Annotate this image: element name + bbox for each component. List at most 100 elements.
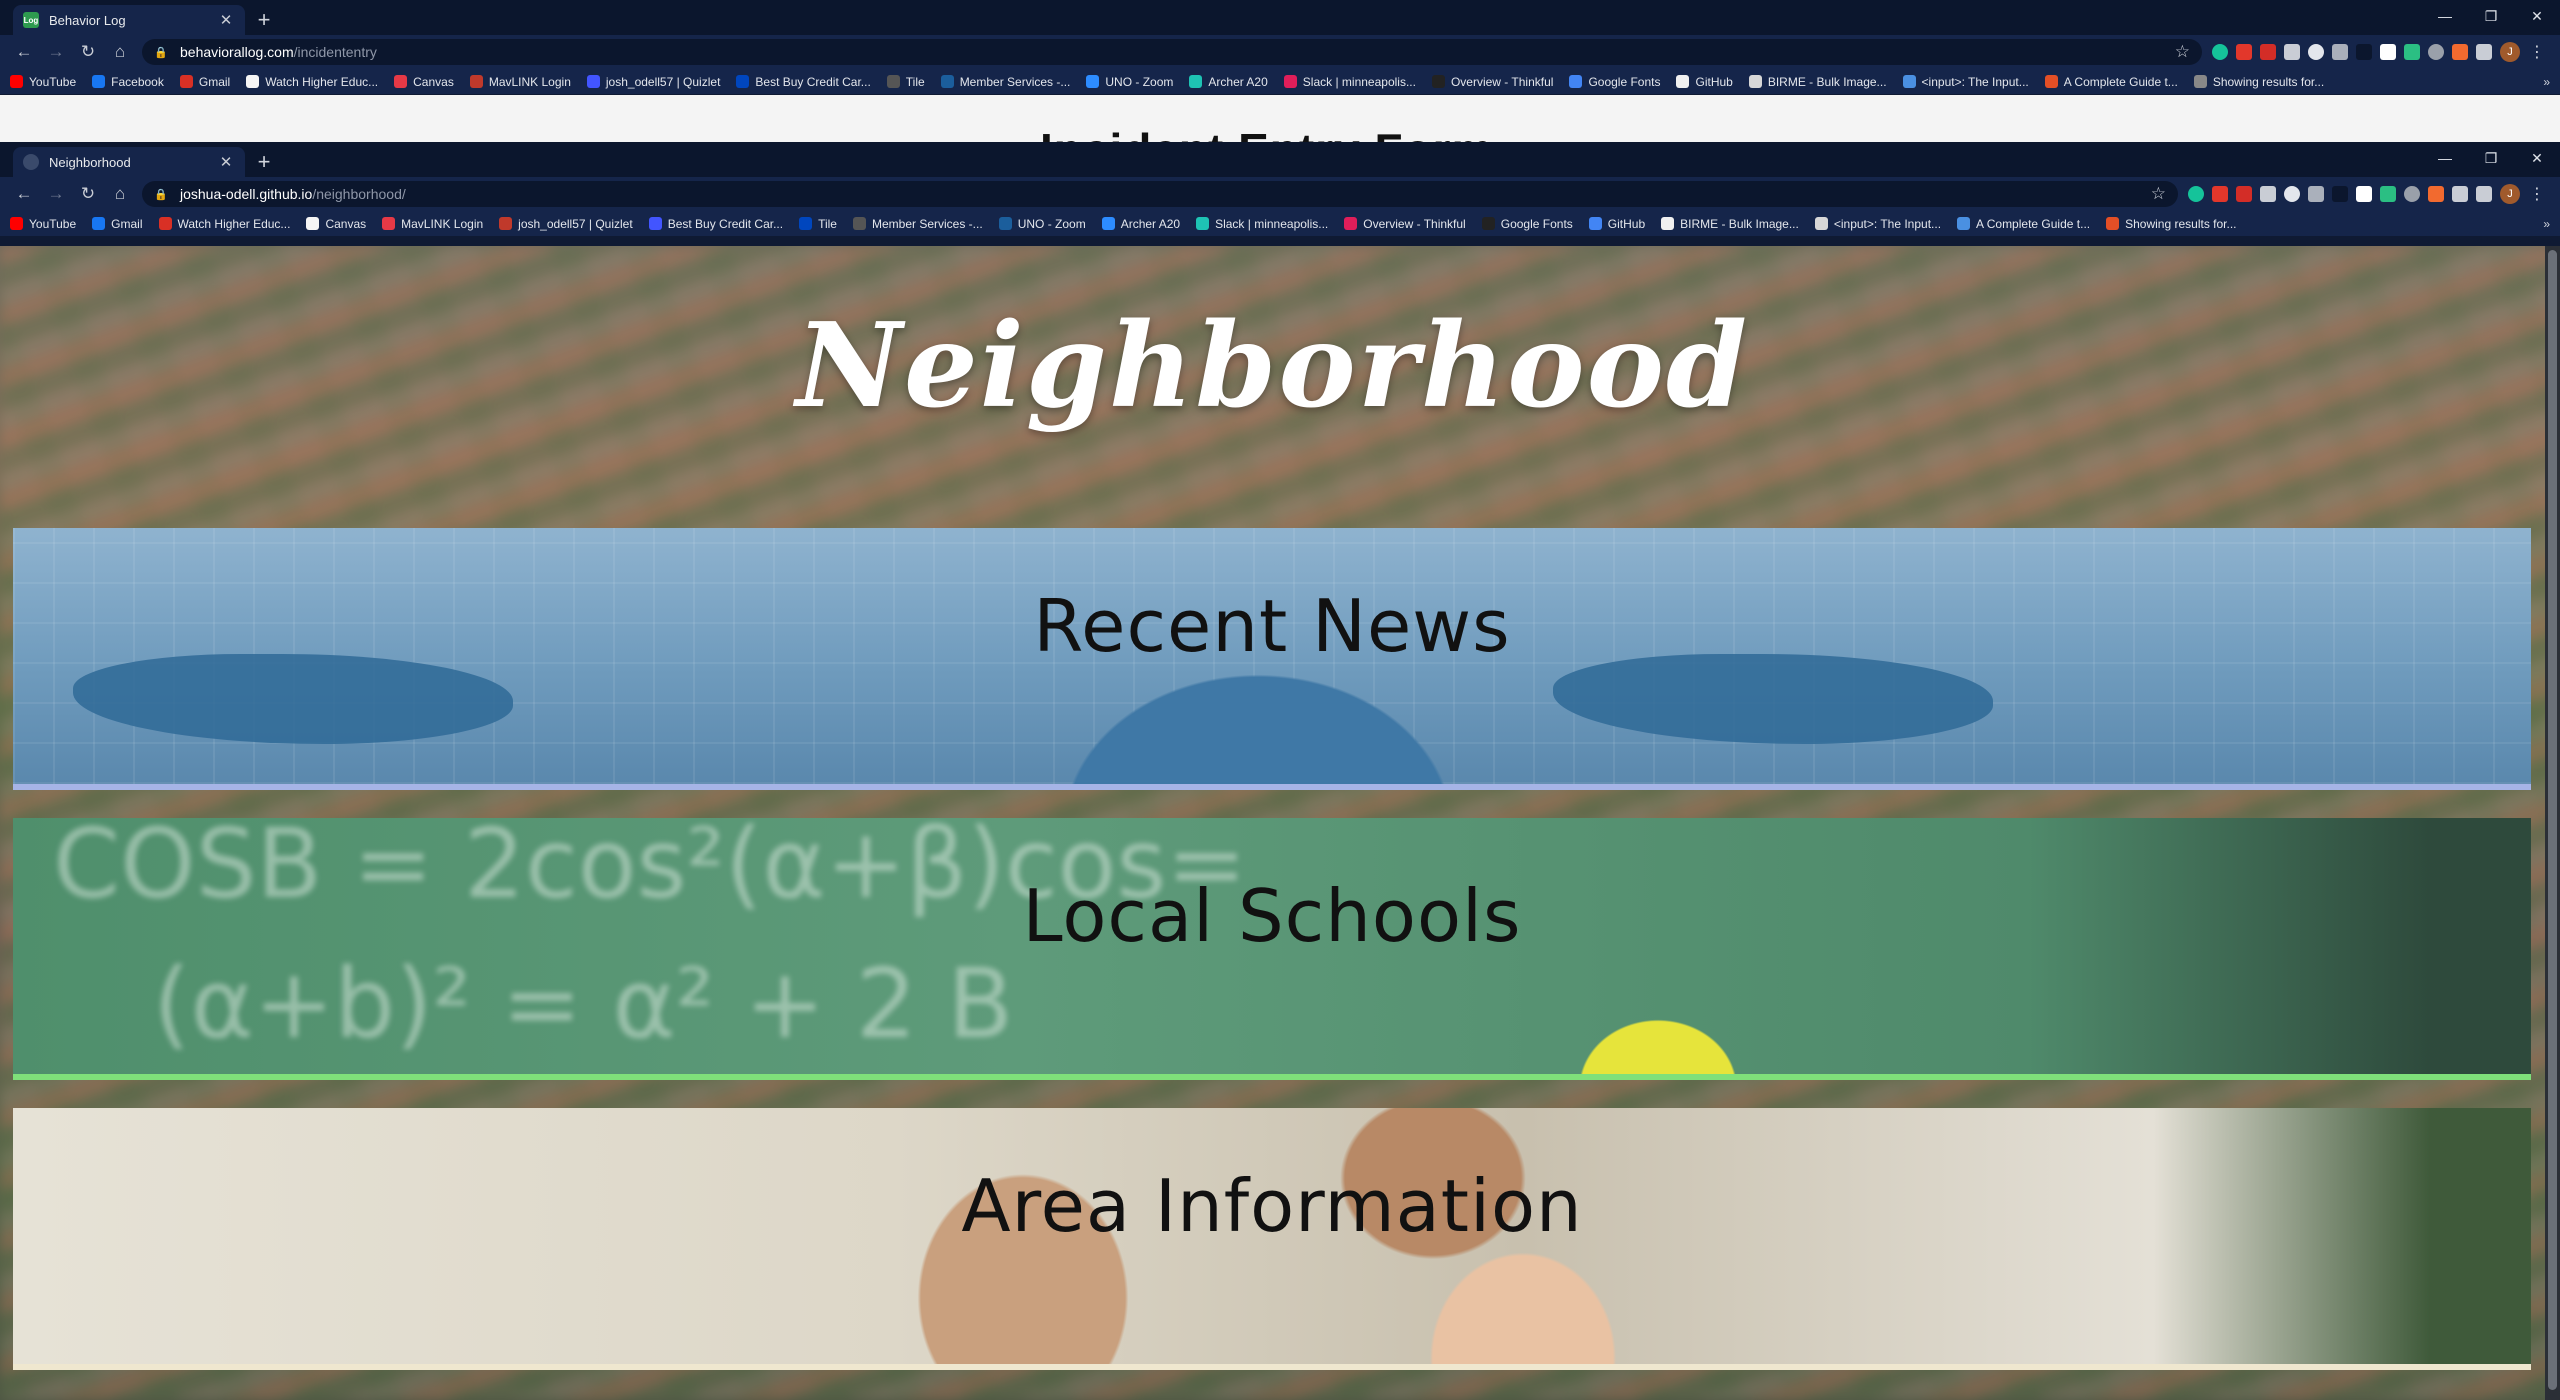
bookmark-item[interactable]: UNO - Zoom (1086, 75, 1173, 89)
screenshot-extension-icon[interactable] (2284, 186, 2300, 202)
bookmark-item[interactable]: Showing results for... (2106, 217, 2237, 231)
page-scrollbar[interactable] (2545, 246, 2560, 1400)
minimize-icon[interactable]: — (2422, 142, 2468, 174)
forward-arrow-icon[interactable]: → (40, 180, 72, 208)
bookmark-item[interactable]: Archer A20 (1189, 75, 1268, 89)
bookmark-item[interactable]: josh_odell57 | Quizlet (499, 217, 633, 231)
stylus-extension-icon[interactable] (2356, 44, 2372, 60)
bookmark-item[interactable]: Slack | minneapolis... (1283, 75, 1416, 89)
bookmark-item[interactable]: YouTube (10, 75, 76, 89)
puzzle-extensions-icon[interactable] (2452, 186, 2468, 202)
close-tab-icon[interactable]: ✕ (217, 153, 235, 171)
tool-extension-icon[interactable] (2452, 44, 2468, 60)
forward-arrow-icon[interactable]: → (40, 38, 72, 66)
more-bookmarks-icon[interactable]: » (2543, 217, 2550, 231)
bookmark-item[interactable]: BIRME - Bulk Image... (1661, 217, 1799, 231)
bookmark-item[interactable]: josh_odell57 | Quizlet (586, 75, 720, 89)
tab-behavior-log[interactable]: Log Behavior Log ✕ (13, 5, 245, 35)
recent-news-card[interactable]: Recent News (13, 528, 2531, 790)
address-bar[interactable]: 🔒 behaviorallog.com/incidententry ☆ (142, 39, 2202, 65)
bookmark-item[interactable]: A Complete Guide t... (1957, 217, 2090, 231)
bookmark-item[interactable]: <input>: The Input... (1814, 217, 1941, 231)
local-schools-card[interactable]: COSB = 2cos²(α+β)cos= (α+b)² = α² + 2 B … (13, 818, 2531, 1080)
new-tab-button[interactable]: + (249, 5, 279, 35)
restore-icon[interactable]: ❐ (2468, 142, 2514, 174)
restore-icon[interactable]: ❐ (2468, 0, 2514, 32)
home-icon[interactable]: ⌂ (104, 180, 136, 208)
more-bookmarks-icon[interactable]: » (2543, 75, 2550, 89)
home-icon[interactable]: ⌂ (104, 38, 136, 66)
browser-menu-icon[interactable]: ⋮ (2528, 184, 2546, 204)
bookmark-item[interactable]: Gmail (179, 75, 230, 89)
new-tab-button[interactable]: + (249, 147, 279, 177)
reload-icon[interactable]: ↻ (72, 38, 104, 66)
tab-neighborhood[interactable]: Neighborhood ✕ (13, 147, 245, 177)
reload-icon[interactable]: ↻ (72, 180, 104, 208)
eyedropper-extension-icon[interactable] (2380, 44, 2396, 60)
grammarly-extension-icon[interactable] (2188, 186, 2204, 202)
bookmark-label: Gmail (111, 216, 143, 231)
bookmark-item[interactable]: BIRME - Bulk Image... (1748, 75, 1887, 89)
pdf-extension-icon[interactable] (2236, 44, 2252, 60)
bookmark-star-icon[interactable]: ☆ (2175, 42, 2190, 62)
bookmark-item[interactable]: Archer A20 (1101, 217, 1180, 231)
lastpass-extension-icon[interactable] (2260, 44, 2276, 60)
back-arrow-icon[interactable]: ← (8, 38, 40, 66)
eyedropper-extension-icon[interactable] (2356, 186, 2372, 202)
lastpass-extension-icon[interactable] (2236, 186, 2252, 202)
close-window-icon[interactable]: ✕ (2514, 0, 2560, 32)
bookmark-item[interactable]: <input>: The Input... (1902, 75, 2029, 89)
bookmark-item[interactable]: Showing results for... (2193, 75, 2324, 89)
bookmark-item[interactable]: A Complete Guide t... (2044, 75, 2178, 89)
bookmark-item[interactable]: MavLINK Login (469, 75, 571, 89)
flag-extension-icon[interactable] (2404, 44, 2420, 60)
stylus-extension-icon[interactable] (2332, 186, 2348, 202)
profile-avatar[interactable]: J (2500, 42, 2520, 62)
wordpress-extension-icon[interactable] (2428, 44, 2444, 60)
screenshot-extension-icon[interactable] (2308, 44, 2324, 60)
pdf-extension-icon[interactable] (2212, 186, 2228, 202)
bookmark-item[interactable]: Overview - Thinkful (1431, 75, 1553, 89)
bookmark-item[interactable]: Member Services -... (940, 75, 1070, 89)
close-tab-icon[interactable]: ✕ (217, 11, 235, 29)
bookmark-item[interactable]: Facebook (92, 75, 164, 89)
bookmark-item[interactable]: Tile (886, 75, 925, 89)
close-window-icon[interactable]: ✕ (2514, 142, 2560, 174)
back-arrow-icon[interactable]: ← (8, 180, 40, 208)
facebook-extension-icon[interactable] (2260, 186, 2276, 202)
bookmark-item[interactable]: Best Buy Credit Car... (736, 75, 871, 89)
wordpress-extension-icon[interactable] (2404, 186, 2420, 202)
bookmark-item[interactable]: Canvas (306, 217, 366, 231)
facebook-extension-icon[interactable] (2284, 44, 2300, 60)
minimize-icon[interactable]: — (2422, 0, 2468, 32)
area-information-card[interactable]: Area Information (13, 1108, 2531, 1370)
tool-extension-icon[interactable] (2428, 186, 2444, 202)
bookmark-item[interactable]: Overview - Thinkful (1344, 217, 1466, 231)
bookmark-star-icon[interactable]: ☆ (2151, 184, 2166, 204)
bookmark-item[interactable]: Gmail (92, 216, 143, 231)
bookmark-item[interactable]: GitHub (1588, 217, 1645, 231)
bookmark-item[interactable]: Slack | minneapolis... (1196, 217, 1328, 231)
bookmark-item[interactable]: Google Fonts (1569, 75, 1660, 89)
address-bar[interactable]: 🔒 joshua-odell.github.io/neighborhood/ ☆ (142, 181, 2178, 207)
bookmark-item[interactable]: YouTube (10, 217, 76, 231)
bookmark-item[interactable]: Google Fonts (1481, 217, 1573, 231)
profile-avatar[interactable]: J (2500, 184, 2520, 204)
camera-extension-icon[interactable] (2308, 186, 2324, 202)
bookmark-item[interactable]: Watch Higher Educ... (246, 75, 378, 89)
bookmark-item[interactable]: MavLINK Login (382, 217, 483, 231)
bookmark-item[interactable]: Best Buy Credit Car... (648, 217, 783, 231)
puzzle-extensions-icon[interactable] (2476, 44, 2492, 60)
camera-extension-icon[interactable] (2332, 44, 2348, 60)
flag-extension-icon[interactable] (2380, 186, 2396, 202)
bookmark-item[interactable]: GitHub (1676, 75, 1733, 89)
bookmark-item[interactable]: UNO - Zoom (998, 217, 1086, 231)
bookmark-item[interactable]: Watch Higher Educ... (158, 217, 290, 231)
grammarly-extension-icon[interactable] (2212, 44, 2228, 60)
scrollbar-thumb[interactable] (2548, 250, 2557, 1390)
reading-list-icon[interactable] (2476, 186, 2492, 202)
bookmark-item[interactable]: Canvas (394, 75, 454, 89)
browser-menu-icon[interactable]: ⋮ (2528, 42, 2546, 62)
bookmark-item[interactable]: Member Services -... (852, 217, 983, 231)
bookmark-item[interactable]: Tile (799, 217, 837, 231)
